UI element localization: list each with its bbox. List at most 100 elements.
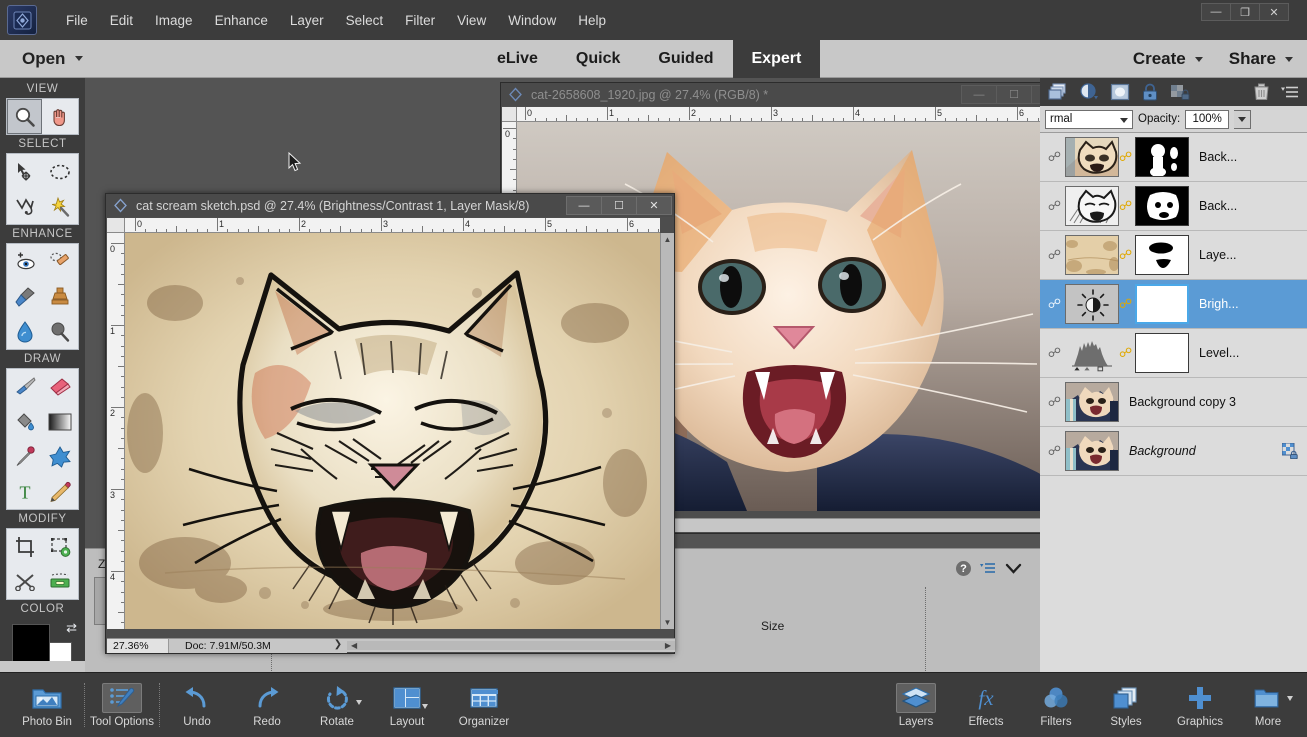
type-tool[interactable]: T	[7, 474, 42, 509]
tab-guided[interactable]: Guided	[639, 40, 732, 78]
pencil-tool[interactable]	[42, 474, 77, 509]
undo-button[interactable]: Undo	[162, 676, 232, 734]
crop-tool[interactable]	[7, 529, 42, 564]
clone-stamp-tool[interactable]	[42, 279, 77, 314]
graphics-panel-button[interactable]: Graphics	[1161, 676, 1239, 734]
hand-tool[interactable]	[42, 99, 77, 134]
document-horizontal-scrollbar[interactable]: ◀▶	[347, 641, 675, 650]
lasso-tool[interactable]	[7, 189, 42, 224]
layer-list[interactable]: ☍ ☍ Back... ☍ ☍ Back... ☍ ☍ Laye... ☍ ☍ …	[1040, 133, 1307, 624]
layer-thumbnail[interactable]	[1065, 137, 1119, 177]
link-layers-icon[interactable]: ☍	[1044, 394, 1065, 410]
tool-options-button[interactable]: Tool Options	[87, 676, 157, 734]
layer-thumbnail[interactable]	[1065, 382, 1119, 422]
smart-brush-tool[interactable]	[7, 279, 42, 314]
quick-selection-tool[interactable]	[42, 189, 77, 224]
ruler-corner[interactable]	[502, 107, 517, 122]
menu-filter[interactable]: Filter	[394, 10, 446, 31]
gradient-tool[interactable]	[42, 404, 77, 439]
document-maximize-button[interactable]: ☐	[601, 196, 637, 215]
table-row[interactable]: ☍ ☍ Back...	[1040, 182, 1307, 231]
table-row[interactable]: ☍ ☍ Back...	[1040, 133, 1307, 182]
spot-healing-tool[interactable]	[42, 244, 77, 279]
layer-name[interactable]: Brigh...	[1199, 297, 1239, 311]
vertical-ruler[interactable]: 01234	[107, 233, 125, 629]
minimize-button[interactable]: —	[1201, 3, 1231, 21]
layer-name[interactable]: Laye...	[1199, 248, 1237, 262]
ruler-corner[interactable]	[107, 218, 125, 233]
document-window-sketch[interactable]: cat scream sketch.psd @ 27.4% (Brightnes…	[105, 193, 675, 654]
layer-mask-thumbnail-active[interactable]	[1135, 284, 1189, 324]
table-row[interactable]: ☍ Background	[1040, 427, 1307, 476]
chevron-down-icon[interactable]	[1287, 696, 1293, 701]
document-titlebar[interactable]: cat-2658608_1920.jpg @ 27.4% (RGB/8) * —…	[501, 83, 1069, 106]
table-row[interactable]: ☍ ☍ Laye...	[1040, 231, 1307, 280]
group-lock-icon[interactable]	[1170, 83, 1190, 101]
document-canvas-sketch[interactable]	[125, 233, 660, 629]
document-close-button[interactable]: ✕	[636, 196, 672, 215]
tab-expert[interactable]: Expert	[732, 40, 821, 78]
link-layers-icon[interactable]: ☍	[1044, 443, 1065, 459]
menu-file[interactable]: File	[55, 10, 99, 31]
menu-image[interactable]: Image	[144, 10, 204, 31]
mask-chain-icon[interactable]: ☍	[1119, 345, 1132, 361]
chevron-down-icon[interactable]	[422, 704, 428, 709]
marquee-tool[interactable]	[42, 154, 77, 189]
panel-menu-icon[interactable]	[980, 562, 996, 576]
tab-elive[interactable]: eLive	[478, 40, 557, 78]
menu-layer[interactable]: Layer	[279, 10, 335, 31]
mask-chain-icon[interactable]: ☍	[1119, 247, 1132, 263]
blend-mode-select[interactable]: rmal	[1045, 109, 1133, 129]
document-minimize-button[interactable]: —	[566, 196, 602, 215]
layer-thumbnail[interactable]	[1065, 186, 1119, 226]
layer-thumbnail[interactable]	[1065, 431, 1119, 471]
document-zoom-level[interactable]: 27.36%	[107, 638, 169, 653]
menu-view[interactable]: View	[446, 10, 497, 31]
document-minimize-button[interactable]: —	[961, 85, 997, 104]
opacity-input[interactable]: 100%	[1185, 109, 1230, 129]
effects-panel-button[interactable]: fx Effects	[951, 676, 1021, 734]
layers-panel-button[interactable]: Layers	[881, 676, 951, 734]
layout-button[interactable]: Layout	[372, 676, 442, 734]
link-layers-icon[interactable]: ☍	[1044, 198, 1065, 214]
layer-mask-thumbnail[interactable]	[1135, 186, 1189, 226]
horizontal-ruler[interactable]: 0123456	[517, 107, 1055, 122]
document-titlebar-active[interactable]: cat scream sketch.psd @ 27.4% (Brightnes…	[106, 194, 674, 217]
zoom-tool[interactable]	[7, 99, 42, 134]
brush-tool[interactable]	[7, 369, 42, 404]
rotate-button[interactable]: Rotate	[302, 676, 372, 734]
recompose-tool[interactable]	[42, 529, 77, 564]
chevron-down-icon[interactable]	[1005, 563, 1022, 575]
filters-panel-button[interactable]: Filters	[1021, 676, 1091, 734]
swap-colors-icon[interactable]: ⇄	[66, 620, 77, 636]
table-row-selected[interactable]: ☍ ☍ Brigh...	[1040, 280, 1307, 329]
layer-mask-icon[interactable]	[1110, 83, 1130, 101]
maximize-button[interactable]: ❐	[1230, 3, 1260, 21]
move-tool[interactable]	[7, 154, 42, 189]
mask-chain-icon[interactable]: ☍	[1119, 198, 1132, 214]
lock-layer-icon[interactable]	[1141, 83, 1159, 101]
share-button[interactable]: Share	[1229, 49, 1293, 69]
custom-shape-tool[interactable]	[42, 439, 77, 474]
panel-menu-icon[interactable]	[1281, 85, 1299, 100]
menu-enhance[interactable]: Enhance	[204, 10, 279, 31]
link-layers-icon[interactable]: ☍	[1044, 247, 1065, 263]
layer-mask-thumbnail[interactable]	[1135, 137, 1189, 177]
tab-quick[interactable]: Quick	[557, 40, 639, 78]
menu-select[interactable]: Select	[335, 10, 395, 31]
menu-window[interactable]: Window	[497, 10, 567, 31]
new-layer-icon[interactable]	[1048, 83, 1068, 101]
close-button[interactable]: ✕	[1259, 3, 1289, 21]
table-row[interactable]: ☍ ☍ Level...	[1040, 329, 1307, 378]
more-panel-button[interactable]: More	[1239, 676, 1297, 734]
paint-bucket-tool[interactable]	[7, 404, 42, 439]
layer-mask-thumbnail[interactable]	[1135, 235, 1189, 275]
menu-help[interactable]: Help	[567, 10, 617, 31]
blur-tool[interactable]	[7, 314, 42, 349]
horizontal-ruler[interactable]: 0123456	[125, 218, 660, 233]
menu-edit[interactable]: Edit	[99, 10, 144, 31]
photo-bin-button[interactable]: Photo Bin	[12, 676, 82, 734]
eraser-tool[interactable]	[42, 369, 77, 404]
mask-chain-icon[interactable]: ☍	[1119, 149, 1132, 165]
dodge-tool[interactable]	[42, 314, 77, 349]
